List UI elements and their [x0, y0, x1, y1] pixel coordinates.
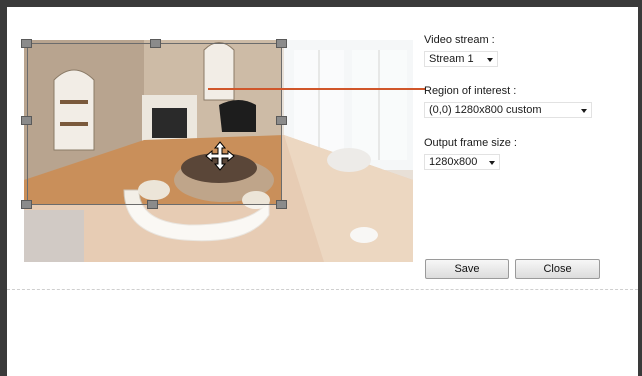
output-frame-size-select[interactable]: 1280x800: [424, 154, 500, 170]
chevron-down-icon: [487, 58, 493, 62]
roi-handle-bottom-left[interactable]: [21, 200, 32, 209]
roi-outside-bottom: [24, 205, 282, 262]
roi-handle-bottom-right[interactable]: [276, 200, 287, 209]
move-cursor-icon: [205, 141, 235, 171]
roi-handle-bottom-center[interactable]: [147, 200, 158, 209]
roi-handle-top-right[interactable]: [276, 39, 287, 48]
roi-handle-top-left[interactable]: [21, 39, 32, 48]
output-frame-size-value: 1280x800: [429, 156, 478, 168]
roi-handle-middle-left[interactable]: [21, 116, 32, 125]
roi-outside-right: [282, 40, 413, 262]
output-frame-size-label: Output frame size :: [424, 137, 517, 149]
roi-handle-top-center[interactable]: [150, 39, 161, 48]
region-of-interest-label: Region of interest :: [424, 85, 517, 97]
video-stream-value: Stream 1: [429, 53, 474, 65]
region-of-interest-select[interactable]: (0,0) 1280x800 custom: [424, 102, 592, 118]
video-stream-select[interactable]: Stream 1: [424, 51, 498, 67]
roi-rectangle[interactable]: [27, 43, 282, 205]
video-stream-label: Video stream :: [424, 34, 495, 46]
close-button[interactable]: Close: [515, 259, 600, 279]
roi-connector-line: [208, 88, 426, 90]
chevron-down-icon: [581, 109, 587, 113]
divider: [7, 289, 638, 290]
chevron-down-icon: [489, 161, 495, 165]
save-button[interactable]: Save: [425, 259, 509, 279]
region-of-interest-value: (0,0) 1280x800 custom: [429, 104, 542, 116]
roi-handle-middle-right[interactable]: [276, 116, 287, 125]
